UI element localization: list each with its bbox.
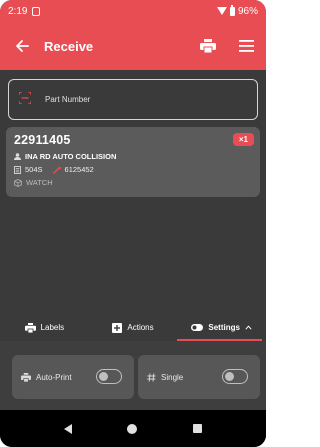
- package-icon: [14, 178, 22, 187]
- printer-icon: [21, 372, 31, 382]
- toggle-icon: [191, 324, 204, 331]
- part-number-input[interactable]: Part Number: [8, 79, 258, 120]
- sim-card-icon: [32, 6, 41, 16]
- auto-print-setting[interactable]: Auto-Print: [12, 355, 134, 399]
- nav-home-icon[interactable]: [127, 423, 138, 434]
- barcode-scan-icon[interactable]: [18, 90, 32, 109]
- part-status: WATCH: [26, 178, 53, 187]
- nav-recents-icon[interactable]: [193, 424, 203, 433]
- status-row: WATCH: [14, 178, 252, 187]
- hamburger-menu-icon: [238, 40, 254, 52]
- part-number-placeholder: Part Number: [45, 95, 91, 104]
- document-icon: [14, 165, 21, 174]
- settings-panel: Auto-Print Single: [0, 341, 266, 410]
- auto-print-toggle[interactable]: [96, 369, 122, 384]
- printer-icon: [200, 39, 216, 53]
- status-bar: 2:19 96%: [0, 0, 266, 22]
- printer-icon: [24, 322, 36, 333]
- hash-icon: [147, 372, 156, 382]
- single-toggle[interactable]: [222, 369, 248, 384]
- wrench-icon: [52, 166, 61, 174]
- po-number: 6125452: [64, 165, 94, 174]
- quantity-badge: ×1: [232, 133, 254, 146]
- device-screen: 2:19 96% Receive Part Number 22911405 ×1…: [0, 0, 266, 447]
- tab-settings[interactable]: Settings: [177, 314, 266, 341]
- customer-row: INA RD AUTO COLLISION: [14, 152, 252, 161]
- system-nav-bar: [0, 410, 266, 447]
- chevron-up-icon: [245, 325, 252, 330]
- single-label: Single: [161, 372, 184, 382]
- tab-settings-label: Settings: [208, 323, 240, 332]
- single-setting[interactable]: Single: [138, 355, 260, 399]
- tab-actions-label: Actions: [127, 323, 154, 332]
- battery-icon: [229, 4, 235, 16]
- order-row: 504S 6125452: [14, 165, 252, 174]
- app-bar: Receive: [0, 22, 266, 70]
- wifi-icon: [216, 7, 227, 15]
- plus-box-icon: [112, 322, 123, 333]
- back-arrow-icon[interactable]: [10, 34, 34, 58]
- print-button[interactable]: [198, 36, 218, 56]
- auto-print-label: Auto-Print: [36, 372, 72, 382]
- tab-labels[interactable]: Labels: [0, 314, 89, 341]
- tab-labels-label: Labels: [40, 323, 65, 332]
- part-card[interactable]: 22911405 ×1 INA RD AUTO COLLISION 504S 6…: [6, 127, 260, 197]
- page-title: Receive: [44, 38, 94, 54]
- tab-bar: Labels Actions Settings: [0, 314, 266, 341]
- status-time: 2:19: [8, 5, 28, 17]
- menu-button[interactable]: [236, 36, 256, 56]
- content-area: Part Number 22911405 ×1 INA RD AUTO COLL…: [0, 70, 266, 314]
- ro-number: 504S: [25, 165, 43, 174]
- tab-actions[interactable]: Actions: [89, 314, 178, 341]
- nav-back-icon[interactable]: [63, 423, 72, 434]
- part-number: 22911405: [14, 133, 71, 147]
- customer-name: INA RD AUTO COLLISION: [25, 152, 117, 161]
- battery-percent: 96%: [237, 5, 258, 17]
- person-icon: [14, 153, 21, 160]
